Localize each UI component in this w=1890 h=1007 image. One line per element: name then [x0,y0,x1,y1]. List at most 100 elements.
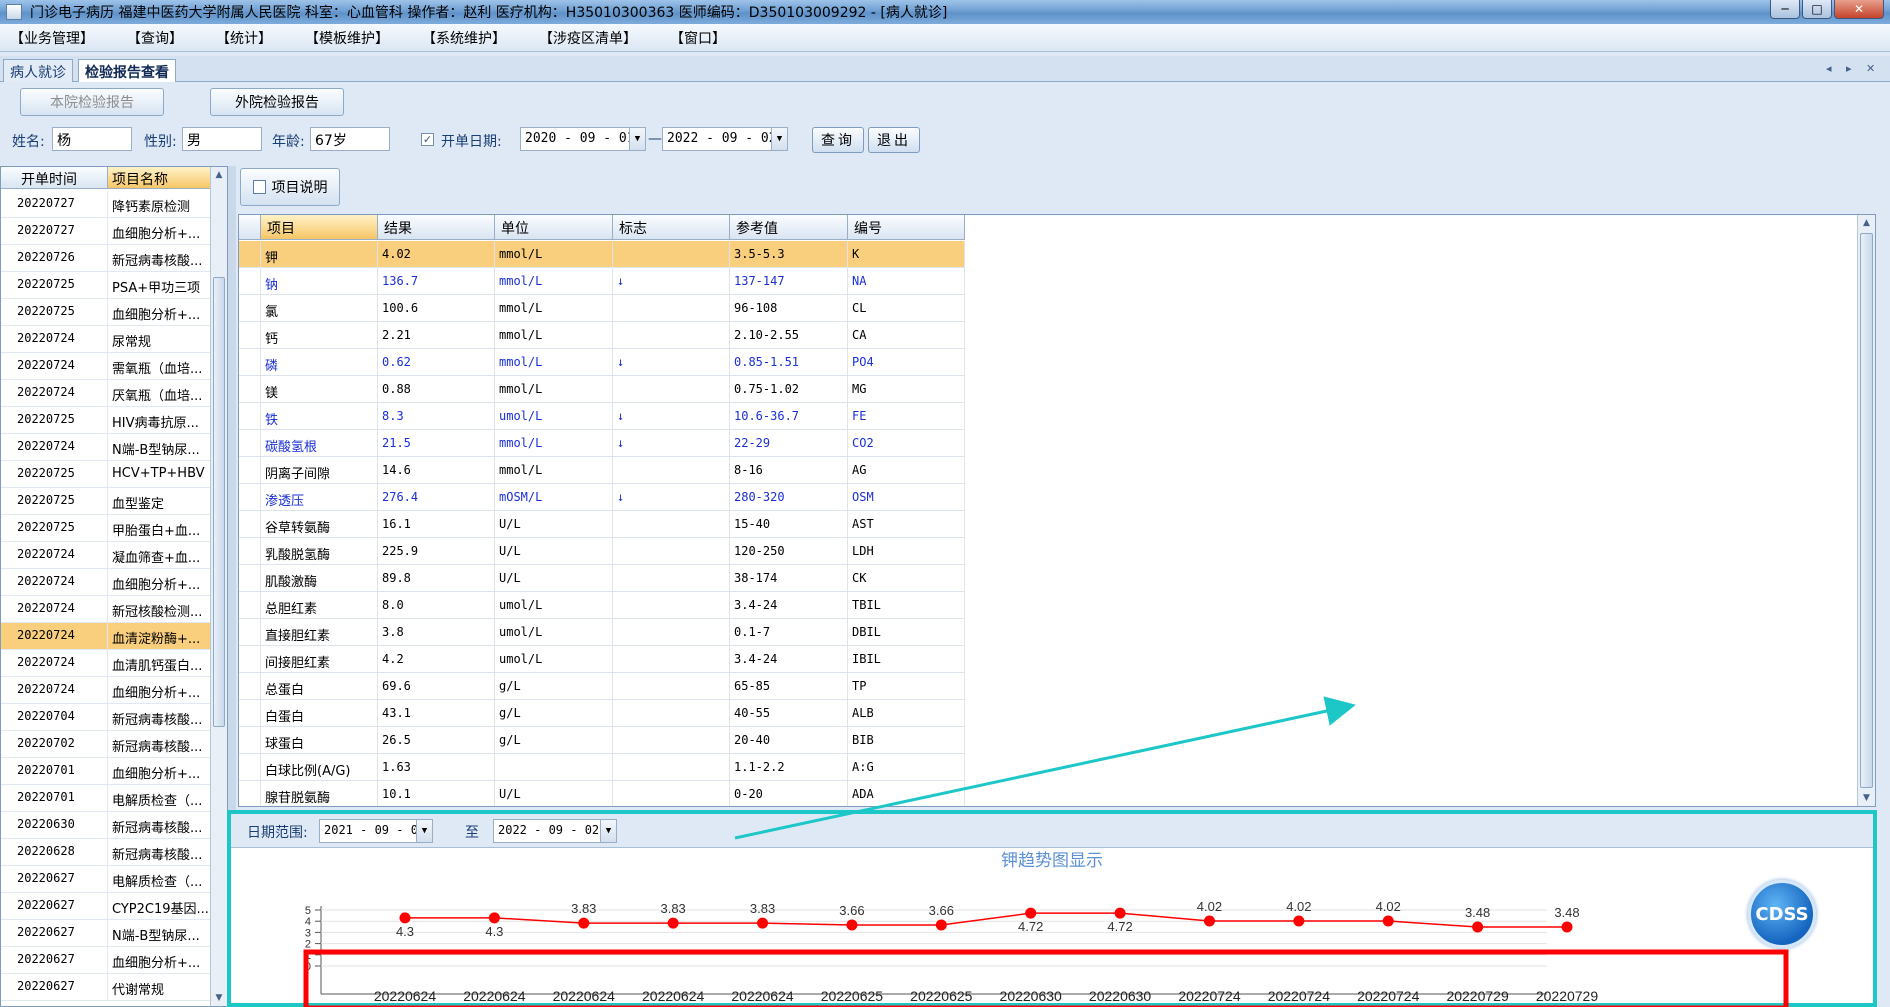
report-list-row[interactable]: 20220627 代谢常规 [1,974,211,1001]
scrollbar-thumb[interactable] [213,277,225,727]
report-list-row[interactable]: 20220725 血型鉴定 [1,488,211,515]
name-field[interactable]: 杨 [52,127,132,151]
tab-scroll-right-icon[interactable]: ▸ [1846,62,1852,75]
report-list-row[interactable]: 20220704 新冠病毒核酸... [1,704,211,731]
menu-epidemic-list[interactable]: 【涉疫区清单】 [539,28,637,48]
report-list-row[interactable]: 20220724 凝血筛查+血... [1,542,211,569]
tab-lab-report[interactable]: 检验报告查看 [78,59,176,82]
report-list-row[interactable]: 20220628 新冠病毒核酸... [1,839,211,866]
result-grid-scrollbar[interactable]: ▲ ▼ [1857,215,1875,806]
menu-statistics[interactable]: 【统计】 [216,28,272,48]
chevron-down-icon[interactable]: ▼ [771,128,787,150]
report-list-row[interactable]: 20220724 血清淀粉酶+... [1,623,211,650]
report-list-row[interactable]: 20220725 甲胎蛋白+血... [1,515,211,542]
result-row[interactable]: 乳酸脱氢酶 225.9 U/L 120-250 LDH [239,538,965,565]
report-list-row[interactable]: 20220725 PSA+甲功三项 [1,272,211,299]
result-row[interactable]: 总胆红素 8.0 umol/L 3.4-24 TBIL [239,592,965,619]
result-row[interactable]: 氯 100.6 mmol/L 96-108 CL [239,295,965,322]
report-list-row[interactable]: 20220701 血细胞分析+... [1,758,211,785]
report-list-row[interactable]: 20220630 新冠病毒核酸... [1,812,211,839]
external-report-button[interactable]: 外院检验报告 [210,88,344,116]
report-list-row[interactable]: 20220725 HIV病毒抗原... [1,407,211,434]
result-row[interactable]: 肌酸激酶 89.8 U/L 38-174 CK [239,565,965,592]
chevron-down-icon[interactable]: ▼ [416,820,432,842]
column-header-result[interactable]: 结果 [378,215,495,239]
column-header-item[interactable]: 项目名称 [108,167,211,188]
date-to-picker[interactable]: 2022 - 09 - 02 ▼ [662,127,788,151]
cdss-button[interactable]: CDSS [1748,880,1816,948]
trend-to-picker[interactable]: 2022 - 09 - 02 ▼ [493,819,617,843]
menu-query[interactable]: 【查询】 [127,28,183,48]
scroll-down-icon[interactable]: ▼ [211,990,227,1006]
result-row[interactable]: 钙 2.21 mmol/L 2.10-2.55 CA [239,322,965,349]
tab-scroll-left-icon[interactable]: ◂ [1826,62,1832,75]
report-list-row[interactable]: 20220724 血细胞分析+... [1,677,211,704]
report-list-row[interactable]: 20220627 CYP2C19基因... [1,893,211,920]
report-list-row[interactable]: 20220702 新冠病毒核酸... [1,731,211,758]
result-row[interactable]: 钠 136.7 mmol/L ↓ 137-147 NA [239,268,965,295]
result-row[interactable]: 碳酸氢根 21.5 mmol/L ↓ 22-29 CO2 [239,430,965,457]
trend-from-picker[interactable]: 2021 - 09 - 02 ▼ [319,819,433,843]
scroll-down-icon[interactable]: ▼ [1858,790,1875,806]
result-row[interactable]: 钾 4.02 mmol/L 3.5-5.3 K [239,241,965,268]
date-filter-checkbox[interactable]: ✓ [421,133,434,146]
close-button[interactable]: ✕ [1834,0,1884,19]
chevron-down-icon[interactable]: ▼ [600,820,616,842]
result-row[interactable]: 渗透压 276.4 mOSM/L ↓ 280-320 OSM [239,484,965,511]
report-list-row[interactable]: 20220724 厌氧瓶（血培... [1,380,211,407]
result-row[interactable]: 球蛋白 26.5 g/L 20-40 BIB [239,727,965,754]
age-field[interactable]: 67岁 [310,127,390,151]
gender-field[interactable]: 男 [182,127,262,151]
report-list-row[interactable]: 20220727 血细胞分析+... [1,218,211,245]
column-header-date[interactable]: 开单时间 [1,167,108,188]
date-from-picker[interactable]: 2020 - 09 - 01 ▼ [520,127,646,151]
internal-report-button[interactable]: 本院检验报告 [20,88,164,116]
result-row[interactable]: 阴离子间隙 14.6 mmol/L 8-16 AG [239,457,965,484]
result-row[interactable]: 总蛋白 69.6 g/L 65-85 TP [239,673,965,700]
report-list-row[interactable]: 20220726 新冠病毒核酸... [1,245,211,272]
result-row[interactable]: 谷草转氨酶 16.1 U/L 15-40 AST [239,511,965,538]
report-list-row[interactable]: 20220627 电解质检查（... [1,866,211,893]
tab-patient-visit[interactable]: 病人就诊 [3,59,73,82]
result-row[interactable]: 磷 0.62 mmol/L ↓ 0.85-1.51 PO4 [239,349,965,376]
menu-template[interactable]: 【模板维护】 [305,28,389,48]
report-list-row[interactable]: 20220724 血细胞分析+... [1,569,211,596]
report-list-row[interactable]: 20220627 N端-B型钠尿... [1,920,211,947]
menu-window[interactable]: 【窗口】 [670,28,726,48]
column-header-code[interactable]: 编号 [848,215,965,239]
chevron-down-icon[interactable]: ▼ [629,128,645,150]
report-list-row[interactable]: 20220724 需氧瓶（血培... [1,353,211,380]
scroll-up-icon[interactable]: ▲ [211,167,227,183]
report-list-row[interactable]: 20220724 尿常规 [1,326,211,353]
maximize-button[interactable]: □ [1802,0,1832,19]
menu-business[interactable]: 【业务管理】 [10,28,94,48]
tab-close-icon[interactable]: ✕ [1866,62,1875,75]
report-list-scrollbar[interactable]: ▲ ▼ [210,167,227,1006]
report-list-row[interactable]: 20220724 新冠核酸检测... [1,596,211,623]
result-row[interactable]: 直接胆红素 3.8 umol/L 0.1-7 DBIL [239,619,965,646]
report-list-row[interactable]: 20220724 血清肌钙蛋白... [1,650,211,677]
column-header-unit[interactable]: 单位 [495,215,613,239]
report-list-row[interactable]: 20220727 降钙素原检测 [1,191,211,218]
scrollbar-thumb[interactable] [1860,233,1873,788]
minimize-button[interactable]: ─ [1770,0,1800,19]
exit-button[interactable]: 退出 [868,127,920,153]
query-button[interactable]: 查询 [812,127,864,153]
result-row[interactable]: 镁 0.88 mmol/L 0.75-1.02 MG [239,376,965,403]
scroll-up-icon[interactable]: ▲ [1858,215,1875,231]
result-row[interactable]: 腺苷脱氨酶 10.1 U/L 0-20 ADA [239,781,965,806]
result-row[interactable]: 铁 8.3 umol/L ↓ 10.6-36.7 FE [239,403,965,430]
report-list-row[interactable]: 20220725 HCV+TP+HBV [1,461,211,488]
column-header-item[interactable]: 项目 [261,215,378,239]
report-list-row[interactable]: 20220725 血细胞分析+... [1,299,211,326]
report-list-row[interactable]: 20220701 电解质检查（... [1,785,211,812]
item-description-button[interactable]: 项目说明 [240,168,340,206]
column-header-reference[interactable]: 参考值 [730,215,848,239]
report-list-row[interactable]: 20220627 血细胞分析+... [1,947,211,974]
result-row[interactable]: 白蛋白 43.1 g/L 40-55 ALB [239,700,965,727]
result-row[interactable]: 白球比例(A/G) 1.63 1.1-2.2 A:G [239,754,965,781]
result-row[interactable]: 间接胆红素 4.2 umol/L 3.4-24 IBIL [239,646,965,673]
menu-system[interactable]: 【系统维护】 [422,28,506,48]
column-header-flag[interactable]: 标志 [613,215,730,239]
report-list-row[interactable]: 20220724 N端-B型钠尿... [1,434,211,461]
